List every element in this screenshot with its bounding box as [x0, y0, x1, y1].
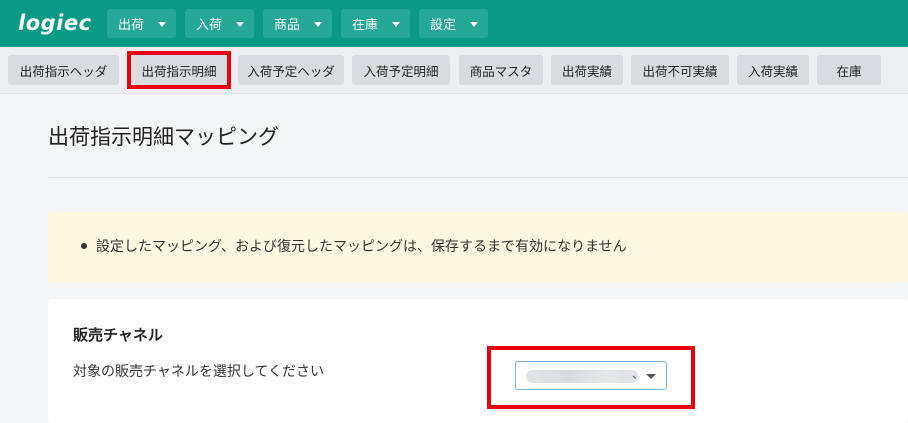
logo[interactable]: logiec	[18, 9, 92, 37]
menu-inventory[interactable]: 在庫	[341, 9, 410, 38]
menu-products[interactable]: 商品	[263, 9, 332, 38]
tab-product-master[interactable]: 商品マスタ	[459, 55, 543, 85]
select-highlight	[487, 346, 695, 409]
tab-receiving-results[interactable]: 入荷実績	[737, 55, 809, 85]
active-tab-highlight	[127, 51, 231, 89]
sales-channel-title: 販売チャネル	[73, 326, 163, 344]
menu-label: 商品	[274, 18, 301, 33]
tab-unshippable-results[interactable]: 出荷不可実績	[631, 55, 729, 85]
tab-inventory[interactable]: 在庫	[817, 55, 881, 85]
chevron-down-icon	[236, 22, 244, 27]
notice-box: 設定したマッピング、および復元したマッピングは、保存するまで有効になりません	[48, 212, 908, 283]
tab-label: 入荷予定明細	[363, 63, 439, 79]
chevron-down-icon	[470, 22, 478, 27]
notice-text: 設定したマッピング、および復元したマッピングは、保存するまで有効になりません	[96, 239, 627, 255]
top-navbar: logiec 出荷 入荷 商品 在庫 設定	[0, 0, 908, 47]
menu-label: 在庫	[352, 18, 379, 33]
tab-receiving-header[interactable]: 入荷予定ヘッダ	[238, 55, 344, 85]
tab-label: 在庫	[836, 63, 862, 79]
chevron-down-icon	[392, 22, 400, 27]
menu-label: 入荷	[196, 18, 223, 33]
tab-label: 出荷指示ヘッダ	[19, 63, 108, 79]
chevron-down-icon	[158, 22, 166, 27]
tab-label: 入荷実績	[747, 63, 798, 79]
tab-label: 出荷実績	[561, 63, 612, 79]
tab-label: 入荷予定ヘッダ	[247, 63, 335, 79]
menu-settings[interactable]: 設定	[419, 9, 488, 38]
tab-shipping-header[interactable]: 出荷指示ヘッダ	[8, 55, 119, 85]
menu-label: 設定	[430, 18, 457, 33]
tab-receiving-detail[interactable]: 入荷予定明細	[352, 55, 450, 85]
menu-receiving[interactable]: 入荷	[185, 9, 254, 38]
tab-label: 出荷不可実績	[642, 63, 718, 79]
chevron-down-icon	[314, 22, 322, 27]
logo-text: logiec	[18, 11, 92, 35]
tab-shipping-results[interactable]: 出荷実績	[551, 55, 623, 85]
sales-channel-label: 対象の販売チャネルを選択してください	[73, 364, 325, 380]
divider	[48, 177, 908, 178]
menu-label: 出荷	[118, 18, 145, 33]
bullet-icon	[81, 243, 87, 249]
page-title: 出荷指示明細マッピング	[48, 125, 279, 149]
menu-shipping[interactable]: 出荷	[107, 9, 176, 38]
tab-label: 商品マスタ	[469, 63, 533, 79]
sales-channel-card: 販売チャネル 対象の販売チャネルを選択してください 、	[48, 299, 908, 423]
